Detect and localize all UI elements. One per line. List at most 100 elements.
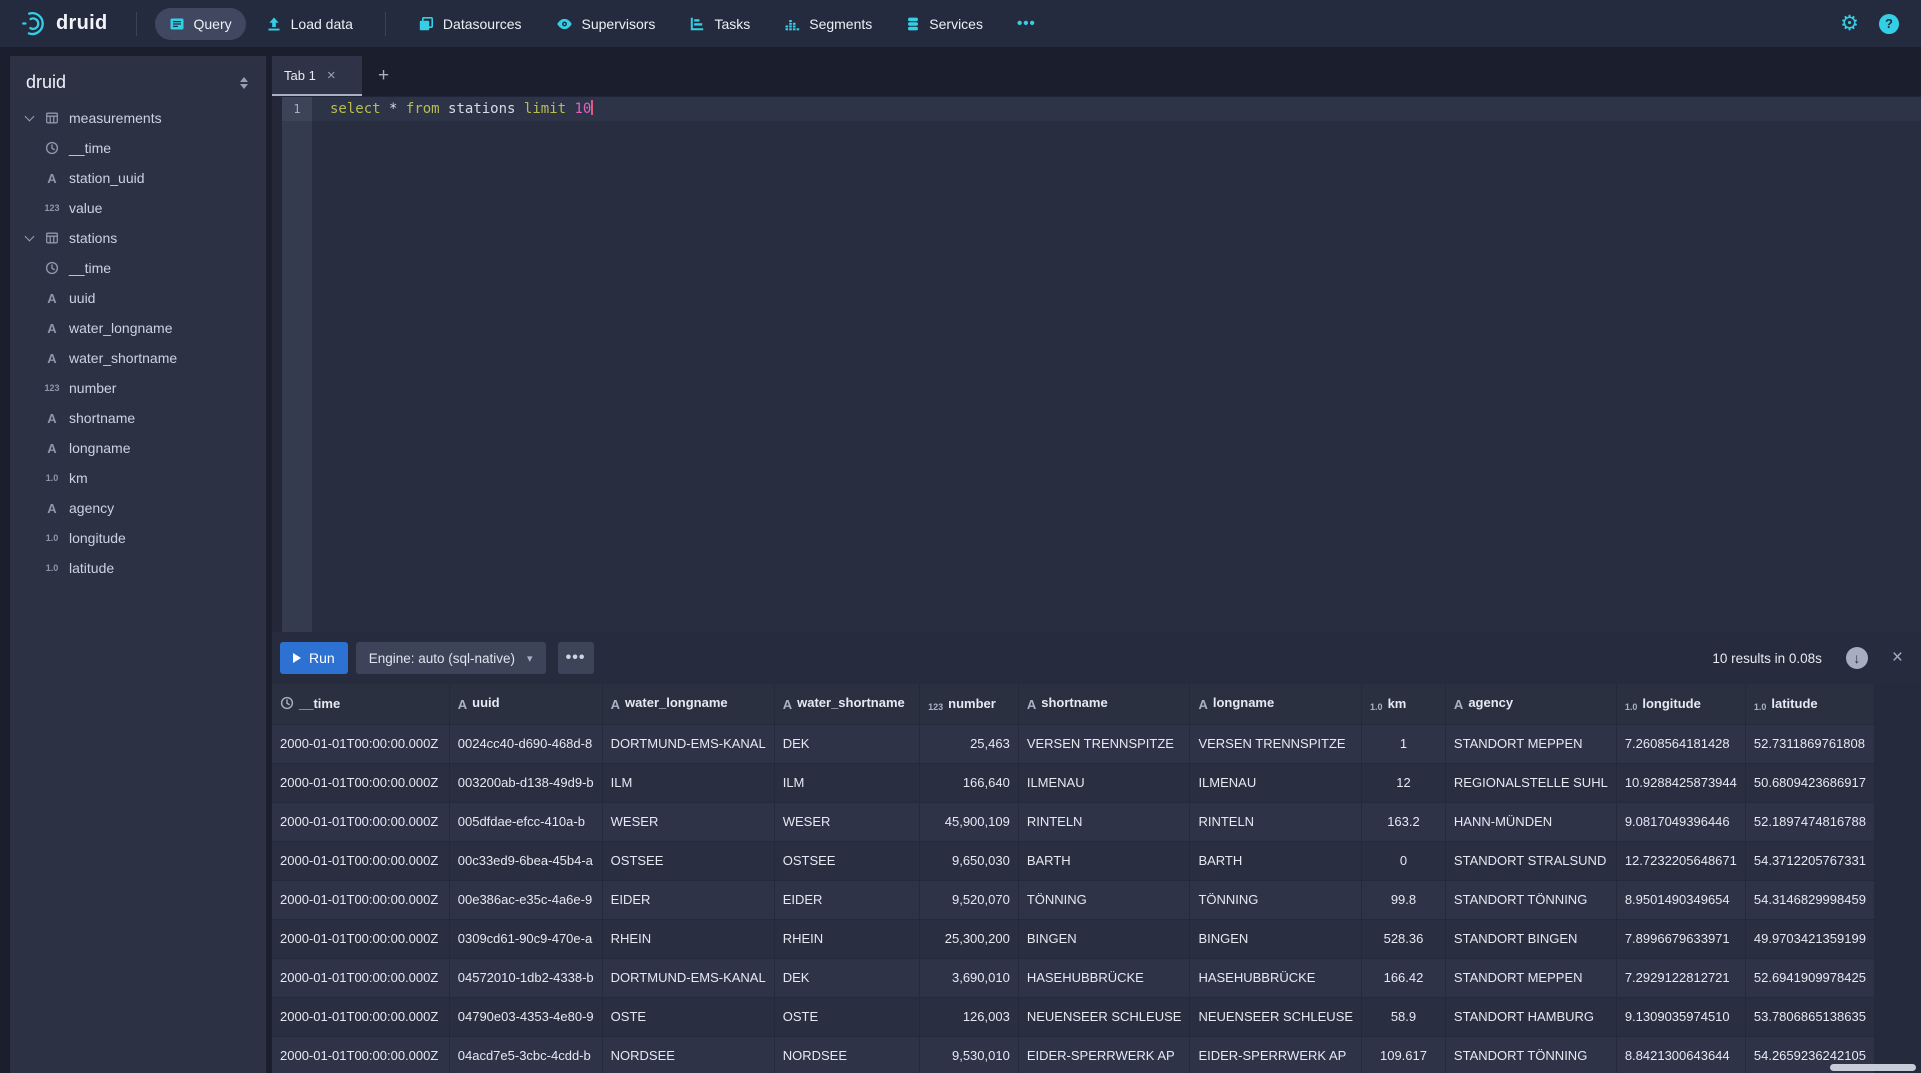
cell-water_longname[interactable]: RHEIN: [602, 919, 774, 958]
cell-latitude[interactable]: 50.6809423686917: [1745, 763, 1874, 802]
cell-longitude[interactable]: 10.9288425873944: [1616, 763, 1745, 802]
cell-water_shortname[interactable]: WESER: [774, 802, 919, 841]
cell-water_shortname[interactable]: ILM: [774, 763, 919, 802]
col-header-shortname[interactable]: Ashortname: [1018, 684, 1190, 724]
cell-longitude[interactable]: 7.8996679633971: [1616, 919, 1745, 958]
cell-km[interactable]: 528.36: [1362, 919, 1446, 958]
cell-agency[interactable]: STANDORT TÖNNING: [1445, 880, 1616, 919]
col-header-latitude[interactable]: 1.0latitude: [1745, 684, 1874, 724]
sidebar-item-__time[interactable]: __time: [10, 133, 266, 163]
sidebar-item-value[interactable]: 123value: [10, 193, 266, 223]
cell-latitude[interactable]: 52.7311869761808: [1745, 724, 1874, 763]
sidebar-item-km[interactable]: 1.0km: [10, 463, 266, 493]
sidebar-item-longitude[interactable]: 1.0longitude: [10, 523, 266, 553]
cell-agency[interactable]: STANDORT TÖNNING: [1445, 1036, 1616, 1073]
cell-agency[interactable]: REGIONALSTELLE SUHL: [1445, 763, 1616, 802]
sidebar-item-longname[interactable]: Alongname: [10, 433, 266, 463]
cell-latitude[interactable]: 52.6941909978425: [1745, 958, 1874, 997]
cell-water_longname[interactable]: DORTMUND-EMS-KANAL: [602, 724, 774, 763]
cell-longitude[interactable]: 7.2608564181428: [1616, 724, 1745, 763]
cell-longname[interactable]: ILMENAU: [1190, 763, 1362, 802]
brand[interactable]: druid: [20, 10, 108, 37]
cell-longitude[interactable]: 9.1309035974510: [1616, 997, 1745, 1036]
cell-agency[interactable]: HANN-MÜNDEN: [1445, 802, 1616, 841]
nav-item-segments[interactable]: Segments: [770, 8, 886, 40]
cell-agency[interactable]: STANDORT BINGEN: [1445, 919, 1616, 958]
cell-latitude[interactable]: 53.7806865138635: [1745, 997, 1874, 1036]
cell-water_longname[interactable]: NORDSEE: [602, 1036, 774, 1073]
cell-water_shortname[interactable]: DEK: [774, 724, 919, 763]
cell-latitude[interactable]: 52.1897474816788: [1745, 802, 1874, 841]
editor-content[interactable]: select * from stations limit 10: [312, 97, 1921, 632]
cell-uuid[interactable]: 04790e03-4353-4e80-9: [449, 997, 602, 1036]
cell-agency[interactable]: STANDORT STRALSUND: [1445, 841, 1616, 880]
cell-__time[interactable]: 2000-01-01T00:00:00.000Z: [272, 880, 449, 919]
close-tab-icon[interactable]: ×: [327, 67, 336, 84]
cell-agency[interactable]: STANDORT MEPPEN: [1445, 724, 1616, 763]
col-header-longname[interactable]: Alongname: [1190, 684, 1362, 724]
cell-water_longname[interactable]: WESER: [602, 802, 774, 841]
cell-longname[interactable]: TÖNNING: [1190, 880, 1362, 919]
cell-latitude[interactable]: 54.3146829998459: [1745, 880, 1874, 919]
cell-uuid[interactable]: 04acd7e5-3cbc-4cdd-b: [449, 1036, 602, 1073]
col-header-agency[interactable]: Aagency: [1445, 684, 1616, 724]
query-line[interactable]: select * from stations limit 10: [312, 97, 1921, 121]
nav-item-query[interactable]: Query: [155, 8, 246, 40]
nav-item-datasources[interactable]: Datasources: [404, 8, 536, 40]
col-header-water_shortname[interactable]: Awater_shortname: [774, 684, 919, 724]
cell-__time[interactable]: 2000-01-01T00:00:00.000Z: [272, 1036, 449, 1073]
cell-agency[interactable]: STANDORT HAMBURG: [1445, 997, 1616, 1036]
nav-item-more[interactable]: •••: [1003, 8, 1050, 40]
cell-number[interactable]: 25,300,200: [920, 919, 1019, 958]
horizontal-scrollbar[interactable]: [1830, 1064, 1916, 1071]
cell-number[interactable]: 126,003: [920, 997, 1019, 1036]
cell-number[interactable]: 9,650,030: [920, 841, 1019, 880]
engine-select-button[interactable]: Engine: auto (sql-native) ▾: [356, 642, 546, 674]
cell-uuid[interactable]: 003200ab-d138-49d9-b: [449, 763, 602, 802]
nav-item-load-data[interactable]: Load data: [252, 8, 367, 40]
cell-uuid[interactable]: 0024cc40-d690-468d-8: [449, 724, 602, 763]
cell-water_longname[interactable]: ILM: [602, 763, 774, 802]
cell-water_longname[interactable]: DORTMUND-EMS-KANAL: [602, 958, 774, 997]
download-icon[interactable]: ↓: [1846, 647, 1868, 669]
cell-water_shortname[interactable]: OSTSEE: [774, 841, 919, 880]
nav-item-tasks[interactable]: Tasks: [675, 8, 764, 40]
cell-latitude[interactable]: 49.9703421359199: [1745, 919, 1874, 958]
cell-uuid[interactable]: 00c33ed9-6bea-45b4-a: [449, 841, 602, 880]
cell-km[interactable]: 12: [1362, 763, 1446, 802]
cell-water_shortname[interactable]: OSTE: [774, 997, 919, 1036]
sidebar-item-water_longname[interactable]: Awater_longname: [10, 313, 266, 343]
cell-longitude[interactable]: 8.9501490349654: [1616, 880, 1745, 919]
cell-agency[interactable]: STANDORT MEPPEN: [1445, 958, 1616, 997]
cell-water_shortname[interactable]: RHEIN: [774, 919, 919, 958]
cell-number[interactable]: 3,690,010: [920, 958, 1019, 997]
sidebar-item-uuid[interactable]: Auuid: [10, 283, 266, 313]
run-button[interactable]: Run: [280, 642, 348, 674]
cell-longitude[interactable]: 7.2929122812721: [1616, 958, 1745, 997]
cell-__time[interactable]: 2000-01-01T00:00:00.000Z: [272, 919, 449, 958]
cell-km[interactable]: 166.42: [1362, 958, 1446, 997]
cell-shortname[interactable]: VERSEN TRENNSPITZE: [1018, 724, 1190, 763]
add-tab-button[interactable]: +: [378, 56, 389, 96]
cell-number[interactable]: 45,900,109: [920, 802, 1019, 841]
sidebar-item-stations[interactable]: stations: [10, 223, 266, 253]
cell-longname[interactable]: EIDER-SPERRWERK AP: [1190, 1036, 1362, 1073]
cell-water_shortname[interactable]: NORDSEE: [774, 1036, 919, 1073]
cell-longitude[interactable]: 8.8421300643644: [1616, 1036, 1745, 1073]
cell-km[interactable]: 163.2: [1362, 802, 1446, 841]
cell-longname[interactable]: NEUENSEER SCHLEUSE: [1190, 997, 1362, 1036]
col-header-km[interactable]: 1.0km: [1362, 684, 1446, 724]
col-header-__time[interactable]: __time: [272, 684, 449, 724]
sidebar-item-water_shortname[interactable]: Awater_shortname: [10, 343, 266, 373]
nav-item-services[interactable]: Services: [892, 8, 997, 40]
sidebar-item-__time[interactable]: __time: [10, 253, 266, 283]
cell-__time[interactable]: 2000-01-01T00:00:00.000Z: [272, 724, 449, 763]
cell-km[interactable]: 99.8: [1362, 880, 1446, 919]
col-header-longitude[interactable]: 1.0longitude: [1616, 684, 1745, 724]
nav-item-supervisors[interactable]: Supervisors: [542, 8, 670, 40]
sidebar-item-agency[interactable]: Aagency: [10, 493, 266, 523]
cell-water_shortname[interactable]: DEK: [774, 958, 919, 997]
cell-longname[interactable]: BINGEN: [1190, 919, 1362, 958]
sort-icon[interactable]: [238, 75, 250, 91]
cell-km[interactable]: 1: [1362, 724, 1446, 763]
